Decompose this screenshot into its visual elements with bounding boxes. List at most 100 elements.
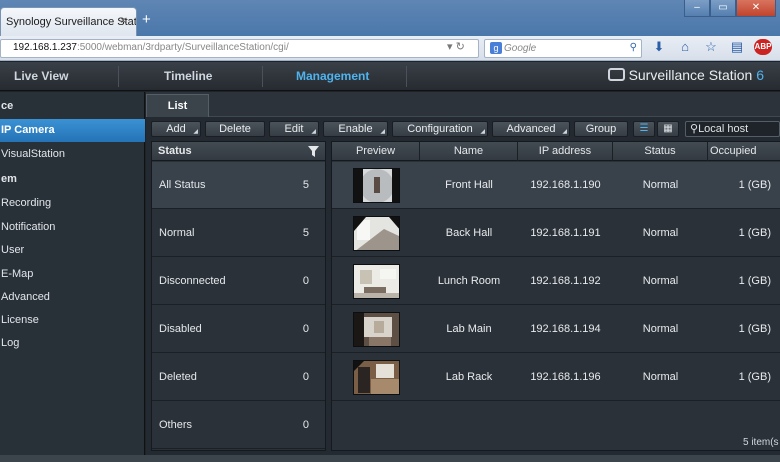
status-count: 5 <box>302 179 309 191</box>
camera-occupied: 1 (GB) <box>738 179 771 191</box>
table-row[interactable]: Front Hall 192.168.1.190 Normal 1 (GB) <box>332 162 780 209</box>
status-panel-title: Status <box>158 145 192 157</box>
status-filter-panel: Status All Status 5 Normal 5 Disconnected 0… <box>151 141 326 451</box>
tab-timeline[interactable]: Timeline <box>164 62 212 91</box>
close-tab-icon[interactable]: × <box>120 15 126 27</box>
camera-table: Preview Name IP address Status Occupied … <box>331 141 780 451</box>
camera-ip: 192.168.1.194 <box>530 323 601 335</box>
bookmark-star-icon[interactable]: ☆ <box>702 39 720 55</box>
sidebar-item-log[interactable]: Log <box>0 332 145 355</box>
advanced-button[interactable]: Advanced ◢ <box>492 121 570 137</box>
status-label: Others <box>159 419 193 431</box>
camera-occupied: 1 (GB) <box>738 323 771 335</box>
sidebar-item-recording[interactable]: Recording <box>0 192 145 215</box>
adblock-icon[interactable]: ABP <box>754 39 772 55</box>
status-panel-header: Status <box>152 142 325 161</box>
sidebar-item-ip-camera[interactable]: IP Camera <box>0 119 145 142</box>
brand-name: Surveillance Station <box>628 67 753 83</box>
add-button-label: Add <box>166 123 186 135</box>
group-button[interactable]: Group <box>574 121 628 137</box>
column-header-status[interactable]: Status <box>613 142 708 161</box>
enable-button[interactable]: Enable ◢ <box>323 121 388 137</box>
sidebar-item-user[interactable]: User <box>0 239 145 262</box>
status-row-disabled[interactable]: Disabled 0 <box>152 306 325 353</box>
caret-icon: ◢ <box>193 129 198 135</box>
sidebar-item-e-map[interactable]: E-Map <box>0 263 145 286</box>
grid-view-icon[interactable]: ▦ <box>657 121 679 137</box>
sidebar-item-advanced[interactable]: Advanced <box>0 286 145 309</box>
camera-logo-icon <box>607 68 625 81</box>
app-navbar: Live View Timeline Management Surveillan… <box>0 62 780 91</box>
browser-tab[interactable]: Synology Surveillance Statio... × <box>0 7 137 36</box>
sidebar-item-visualstation[interactable]: VisualStation <box>0 143 145 166</box>
status-count: 0 <box>302 419 309 431</box>
search-field[interactable]: g Google ⚲ <box>484 39 642 58</box>
url-path: :5000/webman/3rdparty/SurveillanceStatio… <box>76 42 289 53</box>
column-header-occupied[interactable]: Occupied <box>708 142 780 161</box>
filter-icon[interactable] <box>308 146 319 157</box>
preview-image <box>354 265 399 298</box>
url-field[interactable]: 192.168.1.237:5000/webman/3rdparty/Surve… <box>0 39 479 58</box>
sidebar-item-license[interactable]: License <box>0 309 145 332</box>
tab-management[interactable]: Management <box>296 62 369 91</box>
minimize-icon[interactable]: – <box>684 0 710 17</box>
google-icon: g <box>490 42 502 54</box>
preview-image <box>354 217 399 250</box>
sidebar-group-system: em <box>1 173 17 185</box>
status-row-normal[interactable]: Normal 5 <box>152 210 325 257</box>
home-icon[interactable]: ⌂ <box>676 39 694 55</box>
bookmarks-list-icon[interactable]: ▤ <box>728 39 746 55</box>
reload-icon[interactable]: ↻ <box>456 41 465 53</box>
camera-ip: 192.168.1.196 <box>530 371 601 383</box>
status-row-disconnected[interactable]: Disconnected 0 <box>152 258 325 305</box>
sidebar-group-device: ce <box>1 100 14 112</box>
camera-name: Back Hall <box>445 227 493 239</box>
browser-tab-title: Synology Surveillance Statio... <box>6 16 137 28</box>
camera-status: Normal <box>642 179 679 191</box>
maximize-icon[interactable]: ▭ <box>710 0 736 17</box>
add-button[interactable]: Add ◢ <box>151 121 201 137</box>
status-count: 5 <box>302 227 309 239</box>
sidebar: ce IP Camera VisualStation em Recording … <box>0 92 145 462</box>
table-header: Preview Name IP address Status Occupied <box>332 142 780 161</box>
tab-list[interactable]: List <box>146 94 209 117</box>
column-header-name[interactable]: Name <box>420 142 518 161</box>
nav-divider <box>118 66 119 87</box>
status-label: Disconnected <box>159 275 226 287</box>
column-header-ip[interactable]: IP address <box>518 142 613 161</box>
table-row[interactable]: Lab Main 192.168.1.194 Normal 1 (GB) <box>332 306 780 353</box>
edit-button[interactable]: Edit ◢ <box>269 121 319 137</box>
sidebar-item-notification[interactable]: Notification <box>0 216 145 239</box>
brand-version: 6 <box>756 67 764 83</box>
table-row[interactable]: Lab Rack 192.168.1.196 Normal 1 (GB) <box>332 354 780 401</box>
item-count: 5 item(s <box>743 437 779 448</box>
url-host: 192.168.1.237 <box>13 42 77 53</box>
search-icon[interactable]: ⚲ <box>630 42 637 53</box>
table-row[interactable]: Lunch Room 192.168.1.192 Normal 1 (GB) <box>332 258 780 305</box>
status-row-all[interactable]: All Status 5 <box>152 162 325 209</box>
new-tab-button[interactable]: + <box>142 12 151 27</box>
close-window-icon[interactable]: ✕ <box>736 0 776 17</box>
delete-button[interactable]: Delete <box>205 121 265 137</box>
browser-tabstrip: Synology Surveillance Statio... × + – ▭ … <box>0 0 780 36</box>
list-view-icon[interactable]: ☰ <box>633 121 655 137</box>
preview-image <box>354 361 399 394</box>
configuration-button[interactable]: Configuration ◢ <box>392 121 488 137</box>
status-label: Normal <box>159 227 195 239</box>
camera-ip: 192.168.1.192 <box>530 275 601 287</box>
camera-ip: 192.168.1.190 <box>530 179 601 191</box>
advanced-button-label: Advanced <box>506 123 556 135</box>
table-row[interactable]: Back Hall 192.168.1.191 Normal 1 (GB) <box>332 210 780 257</box>
column-header-preview[interactable]: Preview <box>332 142 420 161</box>
download-icon[interactable]: ⬇ <box>650 39 668 55</box>
status-row-deleted[interactable]: Deleted 0 <box>152 354 325 401</box>
dropdown-arrow-icon[interactable]: ▾ <box>447 41 453 53</box>
tab-live-view[interactable]: Live View <box>14 62 68 91</box>
status-count: 0 <box>302 371 309 383</box>
caret-icon: ◢ <box>311 129 316 135</box>
nav-divider <box>262 66 263 87</box>
status-row-others[interactable]: Others 0 <box>152 402 325 449</box>
host-filter[interactable]: ⚲Local host <box>685 121 780 137</box>
camera-occupied: 1 (GB) <box>738 371 771 383</box>
camera-name: Lunch Room <box>437 275 501 287</box>
